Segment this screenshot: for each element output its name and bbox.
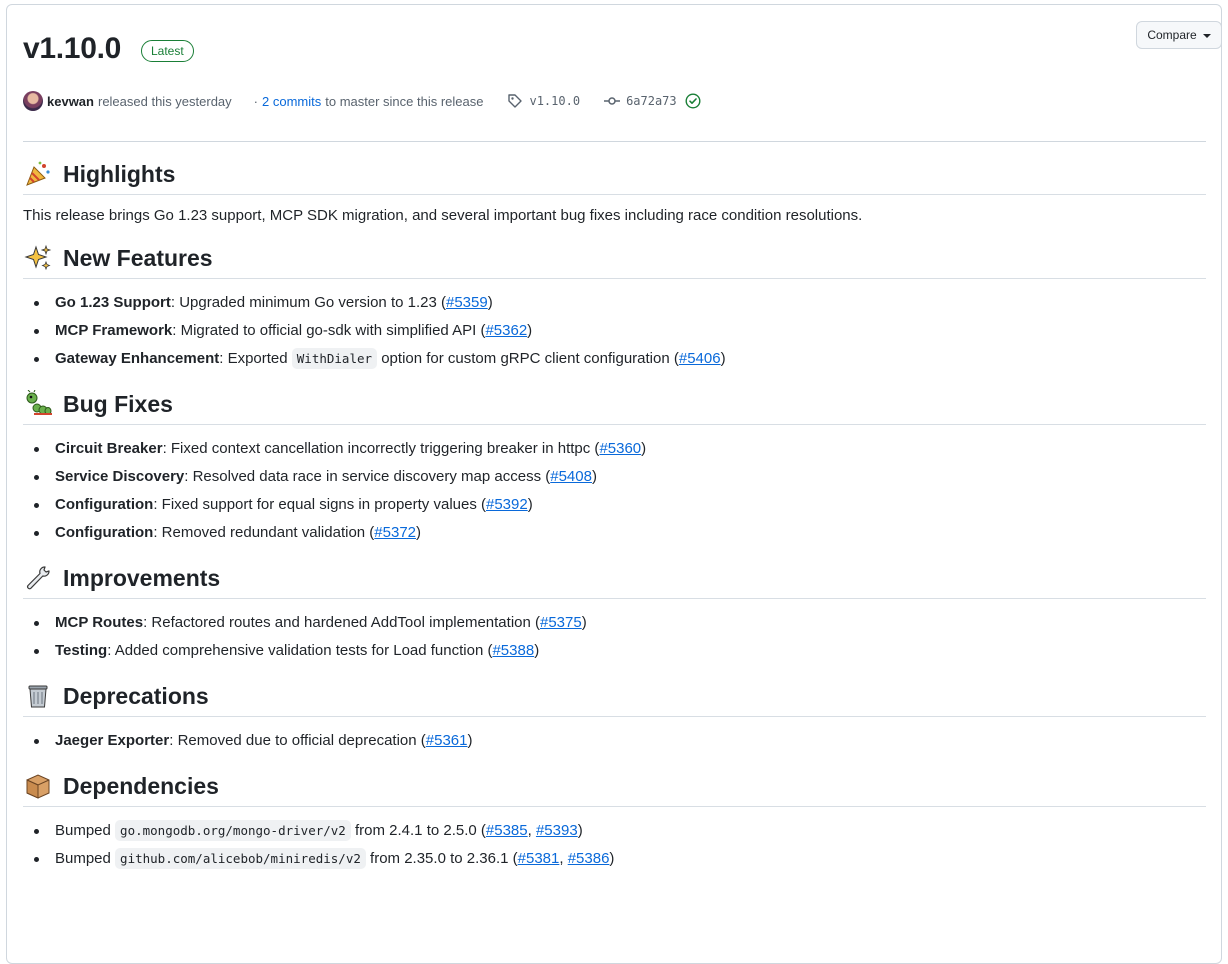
package-icon bbox=[23, 771, 53, 801]
pr-link[interactable]: #5360 bbox=[599, 440, 641, 457]
compare-label: Compare bbox=[1147, 28, 1197, 42]
pr-link[interactable]: #5385 bbox=[486, 822, 528, 839]
sparkles-icon bbox=[23, 243, 53, 273]
git-commit-icon bbox=[604, 97, 621, 105]
list-item: Bumped github.com/alicebob/miniredis/v2 … bbox=[23, 845, 1206, 873]
section-title: New Features bbox=[63, 244, 213, 271]
section-title: Bug Fixes bbox=[63, 390, 173, 417]
list-item: Go 1.23 Support: Upgraded minimum Go ver… bbox=[23, 289, 1206, 317]
chevron-down-icon bbox=[1202, 34, 1211, 38]
pr-link[interactable]: #5372 bbox=[374, 524, 416, 541]
list-item: Bumped go.mongodb.org/mongo-driver/v2 fr… bbox=[23, 817, 1206, 845]
release-notes: Highlights This release brings Go 1.23 s… bbox=[23, 157, 1206, 887]
heading-deprecations: Deprecations bbox=[23, 679, 1206, 717]
header-divider bbox=[23, 141, 1206, 142]
tag-icon bbox=[508, 94, 523, 108]
dependencies-list: Bumped go.mongodb.org/mongo-driver/v2 fr… bbox=[23, 817, 1206, 873]
list-item: Testing: Added comprehensive validation … bbox=[23, 637, 1206, 665]
pr-link[interactable]: #5393 bbox=[536, 822, 578, 839]
section-title: Dependencies bbox=[63, 772, 219, 799]
pr-link[interactable]: #5361 bbox=[426, 732, 468, 749]
bug-fixes-list: Circuit Breaker: Fixed context cancellat… bbox=[23, 435, 1206, 547]
wastebasket-icon bbox=[23, 681, 53, 711]
compare-button[interactable]: Compare bbox=[1136, 21, 1222, 49]
list-item: Service Discovery: Resolved data race in… bbox=[23, 463, 1206, 491]
check-circle-icon[interactable] bbox=[685, 93, 701, 109]
wrench-icon bbox=[23, 563, 53, 593]
tag-link[interactable]: v1.10.0 bbox=[529, 94, 580, 108]
pr-link[interactable]: #5359 bbox=[446, 294, 488, 311]
section-title: Highlights bbox=[63, 160, 176, 187]
list-item: MCP Framework: Migrated to official go-s… bbox=[23, 317, 1206, 345]
meta-separator: · bbox=[253, 93, 259, 109]
list-item: Jaeger Exporter: Removed due to official… bbox=[23, 727, 1206, 755]
pr-link[interactable]: #5381 bbox=[518, 850, 560, 867]
improvements-list: MCP Routes: Refactored routes and harden… bbox=[23, 609, 1206, 665]
heading-dependencies: Dependencies bbox=[23, 769, 1206, 807]
inline-code: WithDialer bbox=[291, 348, 378, 369]
pr-link[interactable]: #5392 bbox=[486, 496, 528, 513]
list-item: Circuit Breaker: Fixed context cancellat… bbox=[23, 435, 1206, 463]
pr-link[interactable]: #5406 bbox=[679, 350, 721, 367]
release-card: v1.10.0 Latest Compare kevwan released t… bbox=[6, 4, 1222, 964]
heading-new-features: New Features bbox=[23, 241, 1206, 279]
pr-link[interactable]: #5386 bbox=[568, 850, 610, 867]
section-title: Improvements bbox=[63, 564, 221, 591]
list-item: MCP Routes: Refactored routes and harden… bbox=[23, 609, 1206, 637]
release-title[interactable]: v1.10.0 bbox=[23, 31, 121, 67]
pr-link[interactable]: #5408 bbox=[550, 468, 592, 485]
section-title: Deprecations bbox=[63, 682, 209, 709]
released-text: released this yesterday bbox=[97, 93, 232, 109]
list-item: Configuration: Removed redundant validat… bbox=[23, 519, 1206, 547]
author-link[interactable]: kevwan bbox=[47, 94, 94, 109]
pr-link[interactable]: #5362 bbox=[485, 322, 527, 339]
heading-improvements: Improvements bbox=[23, 561, 1206, 599]
inline-code: github.com/alicebob/miniredis/v2 bbox=[115, 848, 366, 869]
list-item: Configuration: Fixed support for equal s… bbox=[23, 491, 1206, 519]
release-header: v1.10.0 Latest bbox=[23, 31, 194, 67]
commit-link[interactable]: 6a72a73 bbox=[626, 94, 677, 108]
heading-highlights: Highlights bbox=[23, 157, 1206, 195]
inline-code: go.mongodb.org/mongo-driver/v2 bbox=[115, 820, 351, 841]
pr-link[interactable]: #5375 bbox=[540, 614, 582, 631]
bug-icon bbox=[23, 389, 53, 419]
deprecations-list: Jaeger Exporter: Removed due to official… bbox=[23, 727, 1206, 755]
pr-link[interactable]: #5388 bbox=[492, 642, 534, 659]
release-meta: kevwan released this yesterday · 2 commi… bbox=[23, 89, 701, 113]
list-item: Gateway Enhancement: Exported WithDialer… bbox=[23, 345, 1206, 373]
highlights-text: This release brings Go 1.23 support, MCP… bbox=[23, 207, 863, 224]
commits-suffix: to master since this release bbox=[325, 93, 484, 109]
party-popper-icon bbox=[23, 159, 53, 189]
commits-link[interactable]: 2 commits bbox=[262, 94, 321, 109]
avatar[interactable] bbox=[23, 91, 43, 111]
latest-badge: Latest bbox=[141, 40, 194, 62]
features-list: Go 1.23 Support: Upgraded minimum Go ver… bbox=[23, 289, 1206, 373]
heading-bug-fixes: Bug Fixes bbox=[23, 387, 1206, 425]
